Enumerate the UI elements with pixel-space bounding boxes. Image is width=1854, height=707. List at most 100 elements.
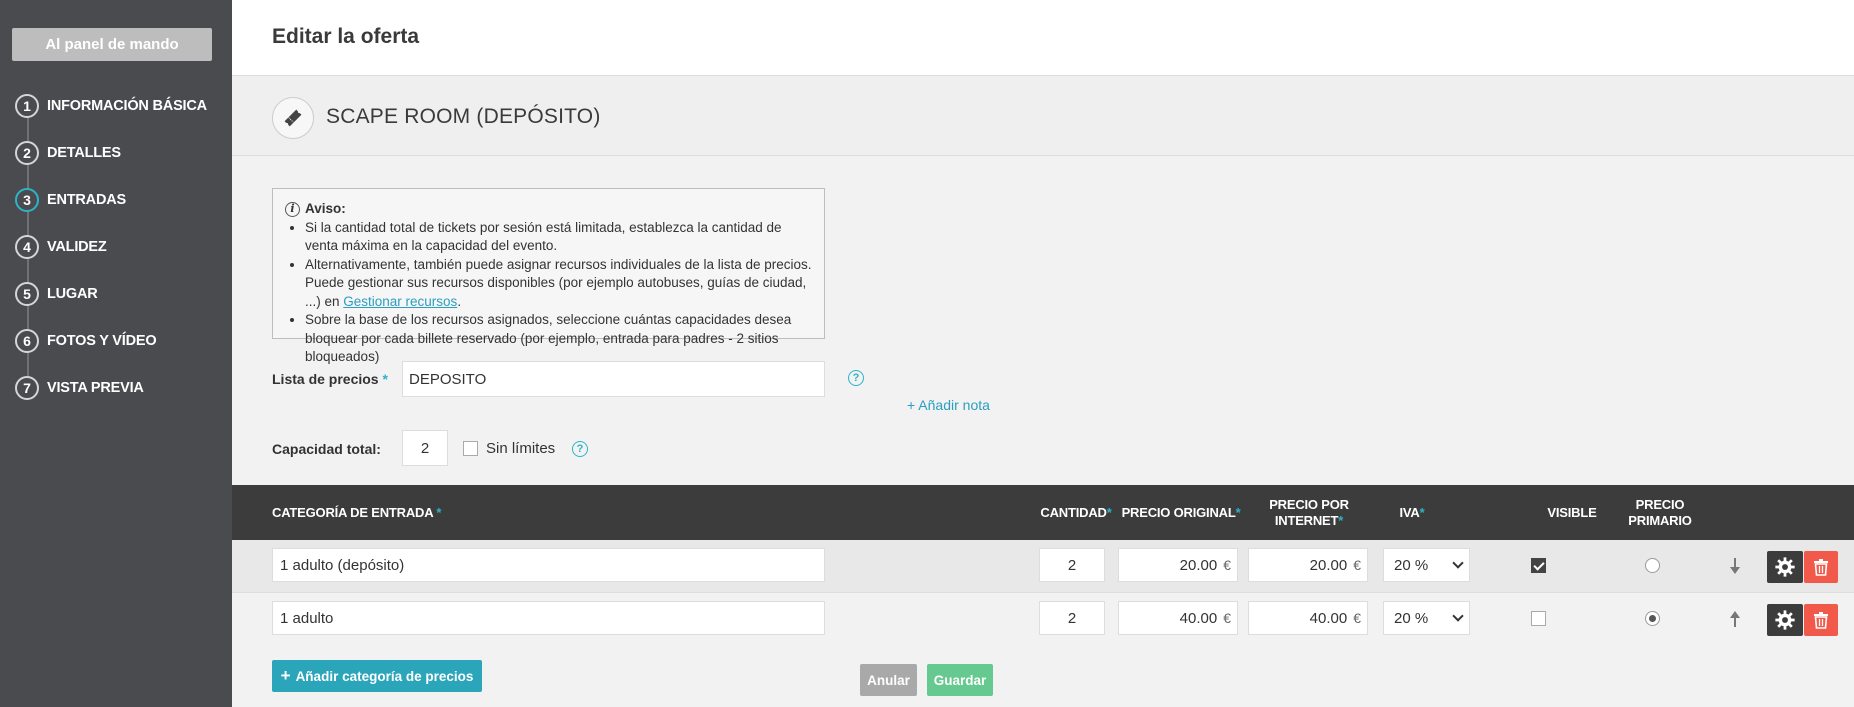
step-label: INFORMACIÓN BÁSICA xyxy=(47,98,207,114)
col-category: CATEGORÍA DE ENTRADA * xyxy=(272,505,441,521)
currency-symbol: € xyxy=(1223,557,1231,573)
step-location[interactable]: 5 LUGAR xyxy=(15,281,98,307)
vat-value: 20 % xyxy=(1394,609,1429,627)
col-primary-price: PRECIO PRIMARIO xyxy=(1618,497,1702,529)
add-price-category-button[interactable]: + Añadir categoría de precios xyxy=(272,660,482,692)
arrow-down-icon[interactable] xyxy=(1728,556,1742,576)
visible-checkbox[interactable] xyxy=(1531,558,1546,573)
step-label: VALIDEZ xyxy=(47,239,107,255)
offer-header: SCAPE ROOM (DEPÓSITO) xyxy=(232,77,1854,156)
notice-list: Si la cantidad total de tickets por sesi… xyxy=(305,219,812,367)
step-photos-video[interactable]: 6 FOTOS Y VÍDEO xyxy=(15,328,157,354)
required-mark: * xyxy=(1338,513,1344,528)
capacity-input[interactable]: 2 xyxy=(402,430,448,466)
quantity-input[interactable]: 2 xyxy=(1039,601,1105,635)
settings-button[interactable] xyxy=(1767,551,1803,583)
original-price-input[interactable]: 20.00 € xyxy=(1118,548,1238,582)
vat-select[interactable]: 20 % xyxy=(1383,601,1470,635)
notice-item: Alternativamente, también puede asignar … xyxy=(305,256,812,312)
trash-icon xyxy=(1814,559,1828,576)
notice-box: i Aviso: Si la cantidad total de tickets… xyxy=(272,188,825,364)
visible-checkbox[interactable] xyxy=(1531,611,1546,626)
info-icon: i xyxy=(285,201,300,217)
step-number: 2 xyxy=(15,141,39,165)
primary-price-radio[interactable] xyxy=(1645,611,1660,626)
table-row: 1 adulto (depósito) 2 20.00 € 20.00 € 20 % xyxy=(232,540,1854,592)
step-details[interactable]: 2 DETALLES xyxy=(15,140,121,166)
price-list-label: Lista de precios * xyxy=(272,371,388,387)
price-table-header: CATEGORÍA DE ENTRADA * CANTIDAD* PRECIO … xyxy=(232,485,1854,540)
add-note-link[interactable]: + Añadir nota xyxy=(907,397,990,413)
main-content: i Aviso: Si la cantidad total de tickets… xyxy=(232,157,1854,707)
original-price-input[interactable]: 40.00 € xyxy=(1118,601,1238,635)
price-list-input[interactable]: DEPOSITO xyxy=(402,361,825,397)
col-internet-price-line1: PRECIO POR xyxy=(1269,497,1349,512)
notice-item: Sobre la base de los recursos asignados,… xyxy=(305,311,812,367)
step-label: VISTA PREVIA xyxy=(47,380,144,396)
currency-symbol: € xyxy=(1223,610,1231,626)
original-price-value: 20.00 xyxy=(1179,556,1218,574)
ticket-icon xyxy=(272,97,314,139)
save-button[interactable]: Guardar xyxy=(927,664,993,696)
step-label: LUGAR xyxy=(47,286,98,302)
settings-button[interactable] xyxy=(1767,604,1803,636)
table-row: 1 adulto 2 40.00 € 40.00 € 20 % xyxy=(232,592,1854,644)
cancel-button[interactable]: Anular xyxy=(860,664,917,696)
step-number: 4 xyxy=(15,235,39,259)
step-number: 5 xyxy=(15,282,39,306)
col-quantity: CANTIDAD* xyxy=(1035,505,1117,521)
trash-icon xyxy=(1814,612,1828,629)
currency-symbol: € xyxy=(1353,610,1361,626)
arrow-up-icon[interactable] xyxy=(1728,609,1742,629)
notice-heading: i Aviso: xyxy=(285,200,812,219)
col-internet-price-line2: INTERNET xyxy=(1274,513,1339,528)
required-mark: * xyxy=(1419,505,1425,520)
step-tickets[interactable]: 3 ENTRADAS xyxy=(15,187,126,213)
step-number: 6 xyxy=(15,329,39,353)
capacity-label: Capacidad total: xyxy=(272,441,381,457)
help-icon[interactable]: ? xyxy=(848,370,864,386)
col-internet-price-line2-wrap: INTERNET* xyxy=(1258,513,1360,529)
vat-value: 20 % xyxy=(1394,556,1429,574)
gear-icon xyxy=(1775,557,1795,577)
col-category-label: CATEGORÍA DE ENTRADA xyxy=(272,505,433,520)
category-input[interactable]: 1 adulto xyxy=(272,601,825,635)
primary-price-radio[interactable] xyxy=(1645,558,1660,573)
chevron-down-icon xyxy=(1452,610,1464,622)
gear-icon xyxy=(1775,610,1795,630)
step-basic-info[interactable]: 1 INFORMACIÓN BÁSICA xyxy=(15,93,207,119)
add-price-category-label: Añadir categoría de precios xyxy=(295,668,474,684)
col-primary-line2: PRIMARIO xyxy=(1628,513,1692,528)
step-number: 3 xyxy=(15,188,39,212)
step-label: DETALLES xyxy=(47,145,121,161)
unlimited-checkbox[interactable] xyxy=(463,441,478,456)
help-icon[interactable]: ? xyxy=(572,441,588,457)
delete-button[interactable] xyxy=(1804,604,1838,636)
internet-price-input[interactable]: 40.00 € xyxy=(1248,601,1368,635)
currency-symbol: € xyxy=(1353,557,1361,573)
price-list-label-text: Lista de precios xyxy=(272,371,379,387)
step-number: 1 xyxy=(15,94,39,118)
step-validity[interactable]: 4 VALIDEZ xyxy=(15,234,107,260)
step-label: ENTRADAS xyxy=(47,192,126,208)
quantity-input[interactable]: 2 xyxy=(1039,548,1105,582)
vat-select[interactable]: 20 % xyxy=(1383,548,1470,582)
col-internet-price: PRECIO POR INTERNET* xyxy=(1258,497,1360,529)
page-title: Editar la oferta xyxy=(272,25,420,48)
unlimited-label: Sin límites xyxy=(486,440,556,457)
chevron-down-icon xyxy=(1452,557,1464,569)
page-header: Editar la oferta xyxy=(232,0,1854,76)
manage-resources-link[interactable]: Gestionar recursos xyxy=(343,294,457,309)
internet-price-value: 20.00 xyxy=(1309,556,1348,574)
category-input[interactable]: 1 adulto (depósito) xyxy=(272,548,825,582)
step-preview[interactable]: 7 VISTA PREVIA xyxy=(15,375,144,401)
notice-item: Si la cantidad total de tickets por sesi… xyxy=(305,219,812,256)
notice-text-end: . xyxy=(457,293,462,309)
delete-button[interactable] xyxy=(1804,551,1838,583)
internet-price-input[interactable]: 20.00 € xyxy=(1248,548,1368,582)
step-label: FOTOS Y VÍDEO xyxy=(47,333,157,349)
dashboard-button[interactable]: Al panel de mando xyxy=(12,28,212,61)
col-vat: IVA* xyxy=(1382,505,1442,521)
offer-title: SCAPE ROOM (DEPÓSITO) xyxy=(326,105,601,128)
col-original-price-label: PRECIO ORIGINAL xyxy=(1121,505,1236,520)
